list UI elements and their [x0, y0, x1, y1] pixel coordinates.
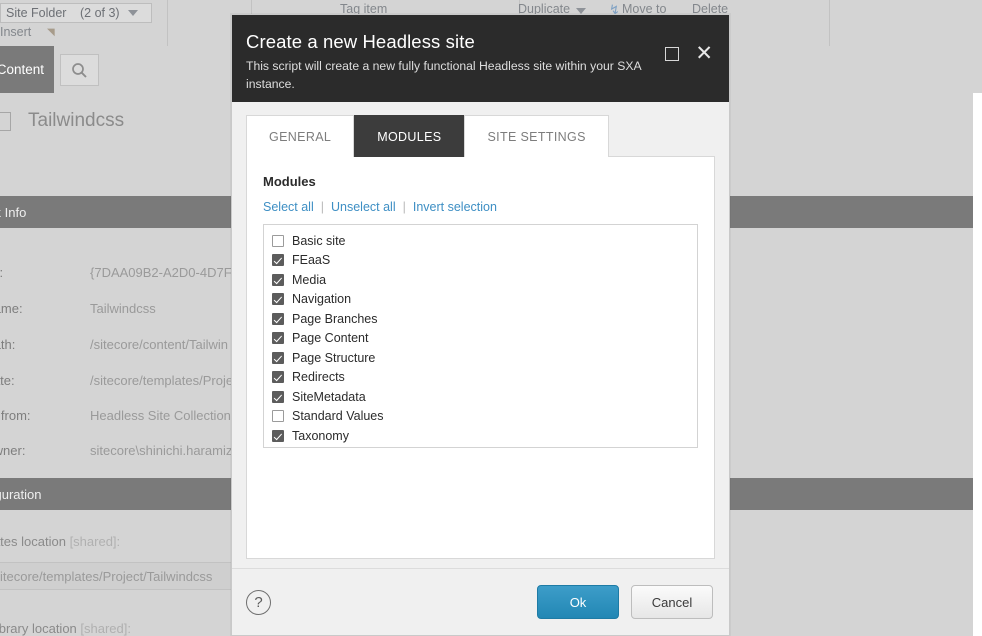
- module-label: FEaaS: [292, 253, 331, 267]
- search-button[interactable]: [60, 54, 99, 86]
- site-folder-count: (2 of 3): [80, 6, 120, 20]
- module-checkbox[interactable]: [272, 312, 284, 325]
- dialog-body: GENERAL MODULES SITE SETTINGS Modules Se…: [232, 102, 729, 568]
- module-label: Page Structure: [292, 350, 376, 365]
- insert-group-label: Insert: [0, 25, 32, 39]
- module-label: Page Content: [292, 331, 369, 345]
- close-icon[interactable]: ✕: [695, 43, 713, 64]
- field-value: {7DAA09B2-A2D0-4D7F-B: [90, 265, 245, 280]
- module-label: Redirects: [292, 370, 345, 384]
- tab-general[interactable]: GENERAL: [246, 115, 355, 157]
- list-item[interactable]: Page Structure: [272, 348, 689, 368]
- dialog-title: Create a new Headless site: [246, 31, 475, 52]
- config-field-label: mplates location [shared]:: [0, 534, 120, 549]
- section-bar-quick-info-label: ck Info: [0, 204, 27, 220]
- list-item[interactable]: FEaaS: [272, 251, 689, 271]
- section-bar-configuration-label: figuration: [0, 486, 42, 502]
- create-headless-site-dialog: Create a new Headless site This script w…: [231, 14, 730, 636]
- action-separator: |: [402, 200, 406, 214]
- tab-modules-label: MODULES: [377, 130, 442, 144]
- right-gutter: [973, 93, 982, 636]
- field-value: sitecore\shinichi.haramiz: [90, 443, 233, 458]
- site-folder-label: Site Folder: [6, 6, 67, 20]
- module-checkbox[interactable]: [272, 390, 284, 403]
- module-checkbox[interactable]: [272, 273, 284, 286]
- module-label: SiteMetadata: [292, 389, 366, 404]
- field-label: m owner:: [0, 443, 26, 458]
- list-item[interactable]: Page Content: [272, 329, 689, 349]
- modules-tab-panel: Modules Select all | Unselect all | Inve…: [246, 156, 715, 559]
- dialog-header: Create a new Headless site This script w…: [232, 15, 729, 102]
- module-list[interactable]: Basic site FEaaS Media Navigation Page B…: [263, 224, 698, 448]
- help-icon[interactable]: ?: [246, 589, 271, 615]
- tab-site-settings[interactable]: SITE SETTINGS: [464, 115, 609, 157]
- search-icon: [71, 62, 88, 79]
- dialog-tabs: GENERAL MODULES SITE SETTINGS: [246, 115, 715, 157]
- module-label: Standard Values: [292, 409, 384, 423]
- dialog-launcher-icon[interactable]: ◥: [47, 27, 55, 38]
- tab-modules[interactable]: MODULES: [354, 115, 465, 157]
- list-item[interactable]: Standard Values: [272, 407, 689, 427]
- module-label: Page Branches: [292, 311, 378, 326]
- item-icon: [0, 111, 11, 131]
- list-item[interactable]: Redirects: [272, 368, 689, 388]
- module-label: Navigation: [292, 292, 352, 306]
- cancel-button[interactable]: Cancel: [631, 585, 713, 619]
- module-label: Basic site: [292, 233, 346, 248]
- panel-heading: Modules: [263, 174, 316, 189]
- module-checkbox[interactable]: [272, 254, 284, 267]
- module-label: Media: [292, 272, 327, 287]
- tab-general-label: GENERAL: [269, 130, 332, 144]
- module-label: Taxonomy: [292, 428, 349, 443]
- field-label: ated from:: [0, 408, 31, 423]
- select-all-link[interactable]: Select all: [263, 200, 314, 214]
- tab-content-label: Content: [0, 62, 44, 77]
- dialog-footer: ? Ok Cancel: [232, 568, 729, 635]
- field-value: Headless Site Collection,: [90, 408, 235, 423]
- config-field-shared-tag: [shared]:: [69, 534, 121, 549]
- config-field-label-text: mplates location: [0, 534, 66, 549]
- ok-button[interactable]: Ok: [537, 585, 619, 619]
- dialog-subtitle: This script will create a new fully func…: [246, 59, 641, 91]
- module-checkbox[interactable]: [272, 293, 284, 306]
- templates-location-value: itecore/templates/Project/Tailwindcss: [0, 568, 213, 584]
- list-item[interactable]: Taxonomy: [272, 426, 689, 446]
- list-item[interactable]: Media: [272, 270, 689, 290]
- tab-site-settings-label: SITE SETTINGS: [487, 130, 586, 144]
- module-checkbox[interactable]: [272, 371, 284, 384]
- list-item[interactable]: Navigation: [272, 290, 689, 310]
- tab-content[interactable]: Content: [0, 46, 54, 93]
- unselect-all-link[interactable]: Unselect all: [331, 200, 396, 214]
- dialog-window-buttons: ✕: [665, 43, 713, 64]
- field-label: mplate:: [0, 373, 15, 388]
- config-field-label: dia library location [shared]:: [0, 621, 131, 636]
- page-title: Tailwindcss: [28, 110, 125, 131]
- selection-actions: Select all | Unselect all | Invert selec…: [263, 200, 698, 214]
- module-checkbox[interactable]: [272, 351, 284, 364]
- module-checkbox[interactable]: [272, 410, 284, 423]
- module-checkbox[interactable]: [272, 234, 284, 247]
- field-value: /sitecore/templates/Proje: [90, 373, 234, 388]
- field-value: /sitecore/content/Tailwin: [90, 337, 229, 352]
- help-icon-glyph: ?: [254, 593, 263, 611]
- list-item[interactable]: SiteMetadata: [272, 387, 689, 407]
- chevron-down-icon[interactable]: [128, 10, 138, 16]
- list-item[interactable]: Page Branches: [272, 309, 689, 329]
- action-separator: |: [320, 200, 324, 214]
- module-checkbox[interactable]: [272, 429, 284, 442]
- list-item[interactable]: Basic site: [272, 231, 689, 251]
- dialog-footer-buttons: Ok Cancel: [537, 585, 713, 619]
- maximize-icon[interactable]: [665, 46, 680, 61]
- invert-selection-link[interactable]: Invert selection: [413, 200, 497, 214]
- field-label: m path:: [0, 337, 16, 352]
- config-field-label-text: dia library location: [0, 621, 77, 636]
- field-label: m ID:: [0, 265, 3, 280]
- field-label: m name:: [0, 301, 23, 316]
- field-value: Tailwindcss: [90, 301, 156, 316]
- module-checkbox[interactable]: [272, 332, 284, 345]
- ribbon-group-insert: Site Folder (2 of 3) Insert ◥: [0, 0, 168, 46]
- config-field-shared-tag: [shared]:: [80, 621, 131, 636]
